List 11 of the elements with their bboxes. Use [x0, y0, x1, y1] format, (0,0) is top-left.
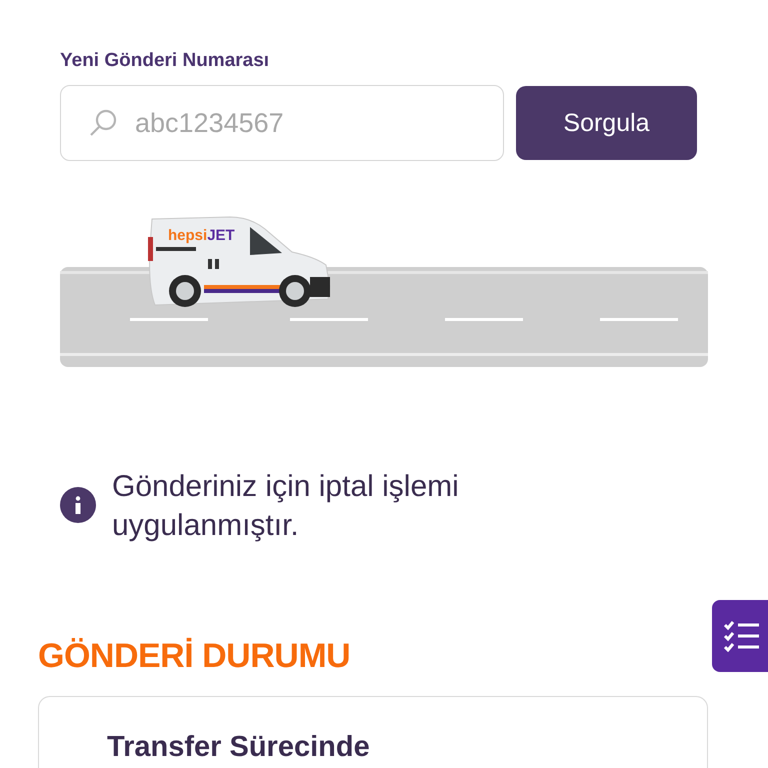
status-title: Transfer Sürecinde	[107, 731, 371, 764]
field-label: Yeni Gönderi Numarası	[60, 50, 270, 72]
van-logo: hepsiJET	[168, 227, 235, 244]
checklist-icon	[724, 620, 760, 652]
query-button[interactable]: Sorgula	[516, 86, 697, 160]
cancel-notice: Gönderiniz için iptal işlemi uygulanmıştır.	[112, 469, 460, 544]
search-field[interactable]: abc1234567	[60, 85, 504, 161]
checklist-button[interactable]	[712, 600, 768, 672]
search-icon	[88, 108, 118, 138]
info-icon	[60, 487, 96, 523]
section-heading: GÖNDERİ DURUMU	[38, 637, 352, 676]
